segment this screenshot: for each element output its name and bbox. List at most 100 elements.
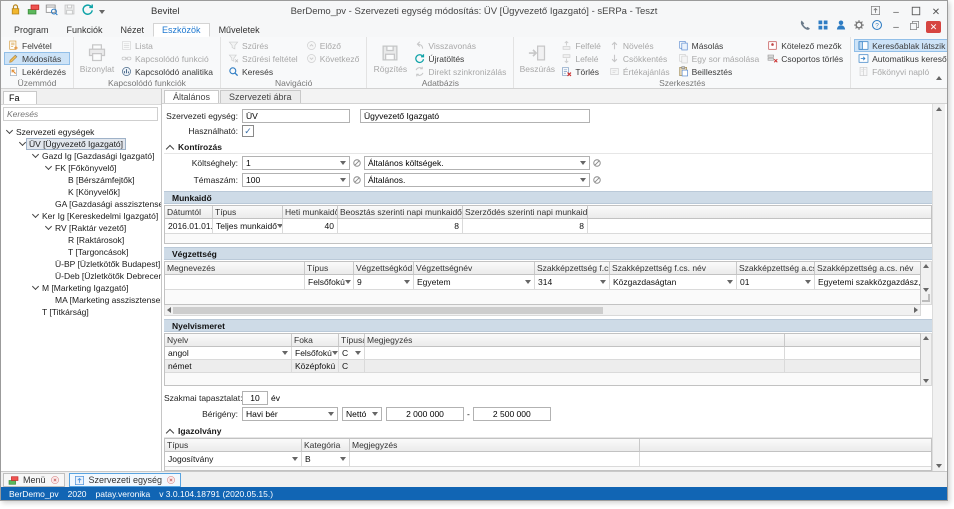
doc-tab-szervezeti-egyseg[interactable]: Szervezeti egység — [69, 473, 182, 487]
column-header-beosztas-szerinti-napi-munkaido[interactable]: Beosztás szerinti napi munkaidő — [338, 206, 463, 218]
section-igazolvany-header[interactable]: Igazolvány — [164, 425, 932, 438]
salary-to-field[interactable]: 2 500 000 — [473, 407, 551, 421]
table-cell[interactable]: Egyetem — [414, 275, 535, 289]
kapcsolodo-funkcio-button[interactable]: Kapcsolódó funkció — [117, 52, 217, 65]
beszuras-button[interactable]: Beszúrás — [517, 38, 557, 78]
table-row[interactable]: JogosítványB — [165, 452, 931, 467]
csoportos-torles-button[interactable]: Csoportos törlés — [763, 52, 847, 65]
column-header-foka[interactable]: Foka — [292, 334, 339, 346]
experience-field[interactable]: 10 — [242, 391, 268, 405]
fokonyvi-naplo-button[interactable]: Főkönyvi napló — [854, 65, 947, 78]
table-cell[interactable]: Közgazdaságtan — [610, 275, 737, 289]
menu-tab-program[interactable]: Program — [5, 23, 58, 37]
csokkentes-button[interactable]: Csökkentés — [605, 52, 674, 65]
table-cell[interactable]: Felsőfokú — [305, 275, 354, 289]
table-cell[interactable]: Felsőfokú — [292, 347, 339, 359]
menu-tab-nezet[interactable]: Nézet — [112, 23, 154, 37]
table-cell[interactable]: C — [339, 347, 365, 359]
modositas-button[interactable]: Módosítás — [4, 52, 70, 65]
table-cell[interactable]: B — [302, 452, 350, 466]
table-row[interactable]: angolFelsőfokúC — [165, 347, 920, 360]
column-header-megjegyzes[interactable]: Megjegyzés — [365, 334, 785, 346]
tree-item-szervezeti[interactable]: Szervezeti egységek — [1, 126, 161, 138]
table-cell[interactable] — [588, 219, 931, 233]
mdi-close-button[interactable]: ✕ — [926, 21, 941, 33]
expand-arrow-icon[interactable] — [43, 167, 53, 169]
tree-item-k[interactable]: K [Könyvelők] — [1, 186, 161, 198]
noveles-button[interactable]: Növelés — [605, 39, 674, 52]
tree-item-r[interactable]: R [Raktárosok] — [1, 234, 161, 246]
table-cell[interactable]: német — [165, 360, 292, 372]
dock-icon[interactable] — [870, 3, 881, 21]
column-header-tipus[interactable]: Típus — [305, 262, 354, 274]
column-header-szakkepzettseg-f-cs-kod[interactable]: Szakképzettség f.cs. kód — [535, 262, 610, 274]
column-header-tipus[interactable]: Típus — [213, 206, 283, 218]
direkt-szinkronizalas-button[interactable]: Direkt szinkronizálás — [410, 65, 510, 78]
rogzites-button[interactable]: Rögzítés — [370, 38, 410, 78]
table-cell[interactable]: Teljes munkaidő — [213, 219, 283, 233]
kereses-button[interactable]: Keresés — [224, 65, 302, 78]
column-header[interactable] — [785, 334, 920, 346]
tree-item-u-bp[interactable]: Ü-BP [Üzletkötők Budapest] — [1, 258, 161, 270]
beillesztes-button[interactable]: Beillesztés — [674, 65, 764, 78]
table-cell[interactable]: 9 — [354, 275, 414, 289]
tree-item-gazd[interactable]: Gazd Ig [Gazdasági Igazgató] — [1, 150, 161, 162]
column-header-nyelv[interactable]: Nyelv — [165, 334, 292, 346]
menu-tab-eszkozok[interactable]: Eszközök — [153, 23, 210, 37]
apps-icon[interactable] — [817, 18, 829, 36]
tree-item-ma[interactable]: MA [Marketing asszisztensek] — [1, 294, 161, 306]
tree-search-input[interactable] — [3, 107, 158, 121]
table-row[interactable]: 2016.01.01.…Teljes munkaidő4088 — [165, 219, 931, 234]
mdi-minimize-icon[interactable]: – — [889, 22, 903, 33]
lookup-icon[interactable] — [352, 158, 362, 168]
phone-icon[interactable] — [799, 18, 811, 36]
tree-item-uv[interactable]: ÜV [Ügyvezető Igazgató] — [1, 138, 161, 150]
expand-arrow-icon[interactable] — [30, 155, 40, 157]
felfele-button[interactable]: Felfelé — [557, 39, 605, 52]
ribbon-collapse-icon[interactable] — [936, 67, 942, 85]
kapcsolodo-analitika-button[interactable]: Kapcsolódó analitika — [117, 65, 217, 78]
expand-arrow-icon[interactable] — [4, 131, 14, 133]
user-icon[interactable] — [835, 18, 847, 36]
nyelvismeret-scrollbar[interactable] — [921, 333, 932, 386]
table-cell[interactable]: C — [339, 360, 365, 372]
automatikus-keresoablak-button[interactable]: Automatikus keresőablak — [854, 52, 947, 65]
bizonylat-button[interactable]: Bizonylat — [77, 38, 117, 78]
table-cell[interactable]: 40 — [283, 219, 338, 233]
gear-icon[interactable] — [853, 18, 865, 36]
szures-button[interactable]: Szűrés — [224, 39, 302, 52]
expand-arrow-icon[interactable] — [30, 215, 40, 217]
column-header[interactable] — [588, 206, 931, 218]
torles-button[interactable]: Törlés — [557, 65, 605, 78]
tree-item-ker[interactable]: Ker Ig [Kereskedelmi Igazgató] — [1, 210, 161, 222]
column-header-megnevezes[interactable]: Megnevezés — [165, 262, 305, 274]
lefele-button[interactable]: Lefelé — [557, 52, 605, 65]
tree-item-m[interactable]: M [Marketing Igazgató] — [1, 282, 161, 294]
table-cell[interactable] — [785, 347, 920, 359]
tab-szervezeti-abra[interactable]: Szervezeti ábra — [220, 90, 301, 103]
table-cell[interactable] — [350, 452, 640, 466]
column-header-datumtol[interactable]: Dátumtól — [165, 206, 213, 218]
expand-arrow-icon[interactable] — [17, 143, 27, 145]
closetab-icon[interactable] — [50, 475, 60, 485]
tree-item-ga[interactable]: GA [Gazdasági asszisztensek] — [1, 198, 161, 210]
column-header-tipusa[interactable]: Típusa — [339, 334, 365, 346]
koltseghely-code-field[interactable]: 1 — [242, 156, 350, 170]
temaszam-code-field[interactable]: 100 — [242, 173, 350, 187]
floppy-icon[interactable] — [63, 3, 76, 21]
column-header-szakkepzettseg-a-cs-kod[interactable]: Szakképzettség a.cs. kód — [737, 262, 815, 274]
layers-icon[interactable] — [27, 3, 40, 21]
masolas-button[interactable]: Másolás — [674, 39, 764, 52]
column-header-vegzettsegkod[interactable]: Végzettségkód — [354, 262, 414, 274]
column-header-szakkepzettseg-f-cs-nev[interactable]: Szakképzettség f.cs. név — [610, 262, 737, 274]
lookup-icon[interactable] — [592, 158, 602, 168]
tree-item-rv[interactable]: RV [Raktár vezető] — [1, 222, 161, 234]
table-cell[interactable] — [365, 347, 785, 359]
table-row[interactable]: németKözépfokúC — [165, 360, 920, 373]
lista-button[interactable]: Lista — [117, 39, 217, 52]
table-cell[interactable] — [785, 360, 920, 372]
table-cell[interactable]: 2016.01.01.… — [165, 219, 213, 233]
qat-dropdown-icon[interactable] — [99, 10, 105, 14]
column-header[interactable] — [640, 439, 931, 451]
tab-fa[interactable]: Fa — [3, 91, 37, 104]
